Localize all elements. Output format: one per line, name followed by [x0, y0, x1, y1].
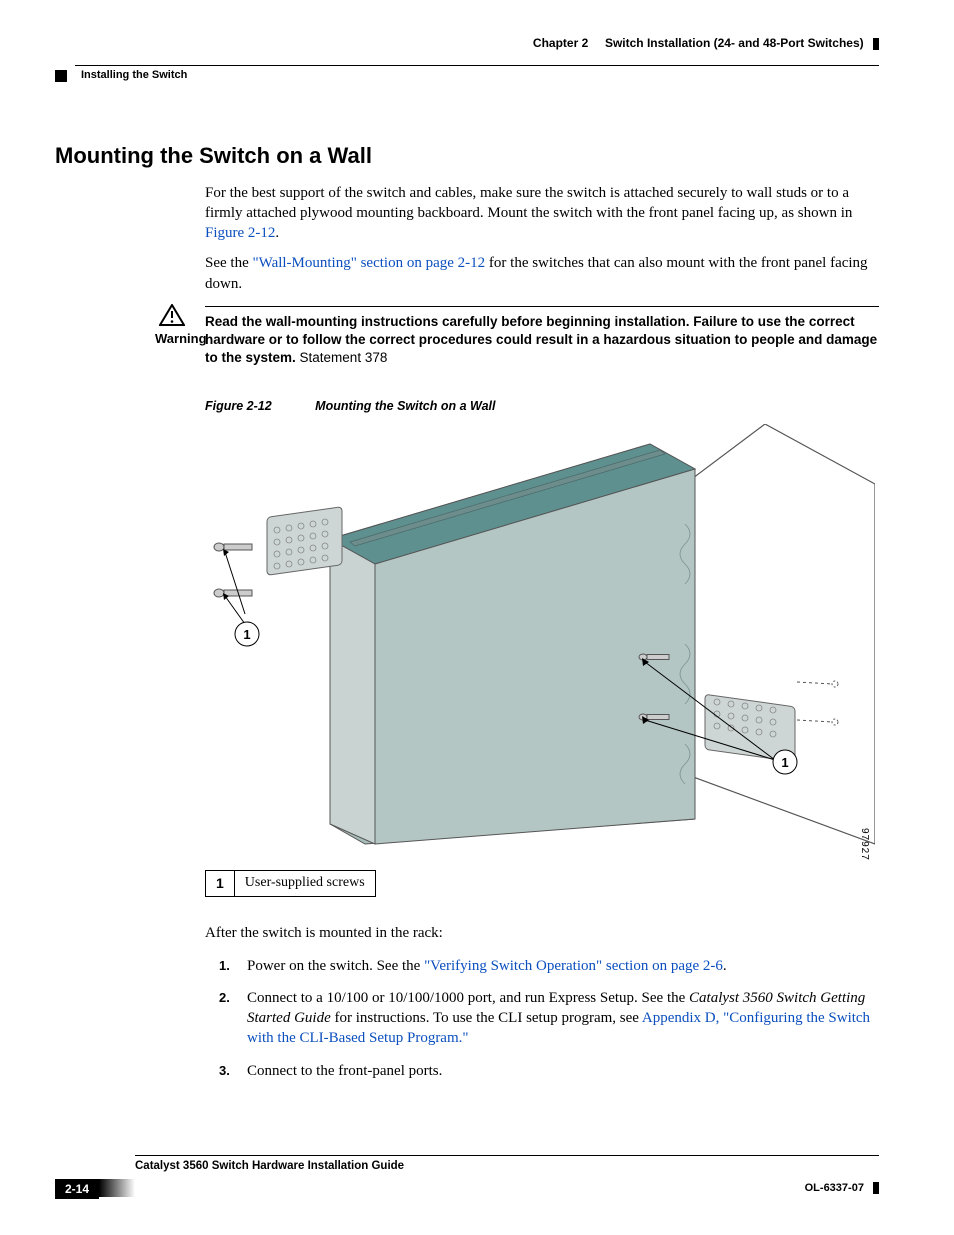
warning-tail: Statement 378 [296, 350, 388, 365]
chapter-label: Chapter 2 [533, 36, 588, 50]
step3: Connect to the front-panel ports. [247, 1063, 442, 1079]
warning-icon [155, 304, 189, 326]
legend-num: 1 [206, 871, 235, 897]
warning-text: Read the wall-mounting instructions care… [205, 313, 879, 368]
list-item: Power on the switch. See the "Verifying … [225, 956, 879, 976]
intro-para-2a: See the [205, 255, 252, 271]
intro-para-1: For the best support of the switch and c… [205, 183, 879, 244]
step2b: for instructions. To use the CLI setup p… [331, 1010, 642, 1026]
table-row: 1 User-supplied screws [206, 871, 376, 897]
breadcrumb: Installing the Switch [81, 68, 187, 83]
header-sub: Installing the Switch [55, 66, 879, 86]
warning-block: Warning Read the wall-mounting instructi… [155, 306, 879, 368]
header-bar-icon [873, 38, 879, 50]
verify-link[interactable]: "Verifying Switch Operation" section on … [424, 958, 723, 974]
footer-fade-icon [99, 1179, 135, 1197]
list-item: Connect to the front-panel ports. [225, 1061, 879, 1081]
callout-1-right: 1 [781, 755, 788, 770]
footer: Catalyst 3560 Switch Hardware Installati… [55, 1155, 879, 1199]
step2a: Connect to a 10/100 or 10/100/1000 port,… [247, 990, 689, 1006]
header-sub-bar-icon [55, 70, 67, 82]
doc-id-bar-icon [873, 1182, 879, 1194]
warning-rule [205, 306, 879, 307]
callout-1-left: 1 [243, 627, 250, 642]
figure-ref-link[interactable]: Figure 2-12 [205, 225, 275, 241]
figure-illustration: 1 [205, 424, 875, 864]
steps-list: Power on the switch. See the "Verifying … [225, 956, 879, 1081]
footer-bottom: 2-14 OL-6337-07 [55, 1179, 879, 1199]
footer-rule [135, 1155, 879, 1156]
intro-para-1b: . [275, 225, 279, 241]
after-para: After the switch is mounted in the rack: [205, 923, 879, 943]
intro-para-1a: For the best support of the switch and c… [205, 185, 852, 221]
doc-id-text: OL-6337-07 [805, 1182, 864, 1194]
header-chapter: Chapter 2 Switch Installation (24- and 4… [533, 35, 879, 51]
header-top: Chapter 2 Switch Installation (24- and 4… [55, 35, 879, 63]
step1b: . [723, 958, 727, 974]
figure-id: 97927 [858, 828, 872, 861]
chapter-title: Switch Installation (24- and 48-Port Swi… [605, 36, 864, 50]
list-item: Connect to a 10/100 or 10/100/1000 port,… [225, 988, 879, 1049]
figure-number: Figure 2-12 [205, 399, 272, 413]
wall-mounting-link[interactable]: "Wall-Mounting" section on page 2-12 [252, 255, 485, 271]
legend-text: User-supplied screws [234, 871, 375, 897]
figure-title: Mounting the Switch on a Wall [315, 399, 495, 413]
warning-label: Warning [155, 330, 207, 348]
body-column: For the best support of the switch and c… [205, 183, 879, 294]
intro-para-2: See the "Wall-Mounting" section on page … [205, 253, 879, 294]
legend-table: 1 User-supplied screws [205, 870, 376, 897]
step1a: Power on the switch. See the [247, 958, 424, 974]
footer-guide-title: Catalyst 3560 Switch Hardware Installati… [135, 1159, 879, 1175]
page-title: Mounting the Switch on a Wall [55, 141, 879, 171]
doc-id: OL-6337-07 [805, 1181, 879, 1196]
page-number: 2-14 [55, 1179, 99, 1199]
figure-caption: Figure 2-12 Mounting the Switch on a Wal… [205, 398, 879, 415]
